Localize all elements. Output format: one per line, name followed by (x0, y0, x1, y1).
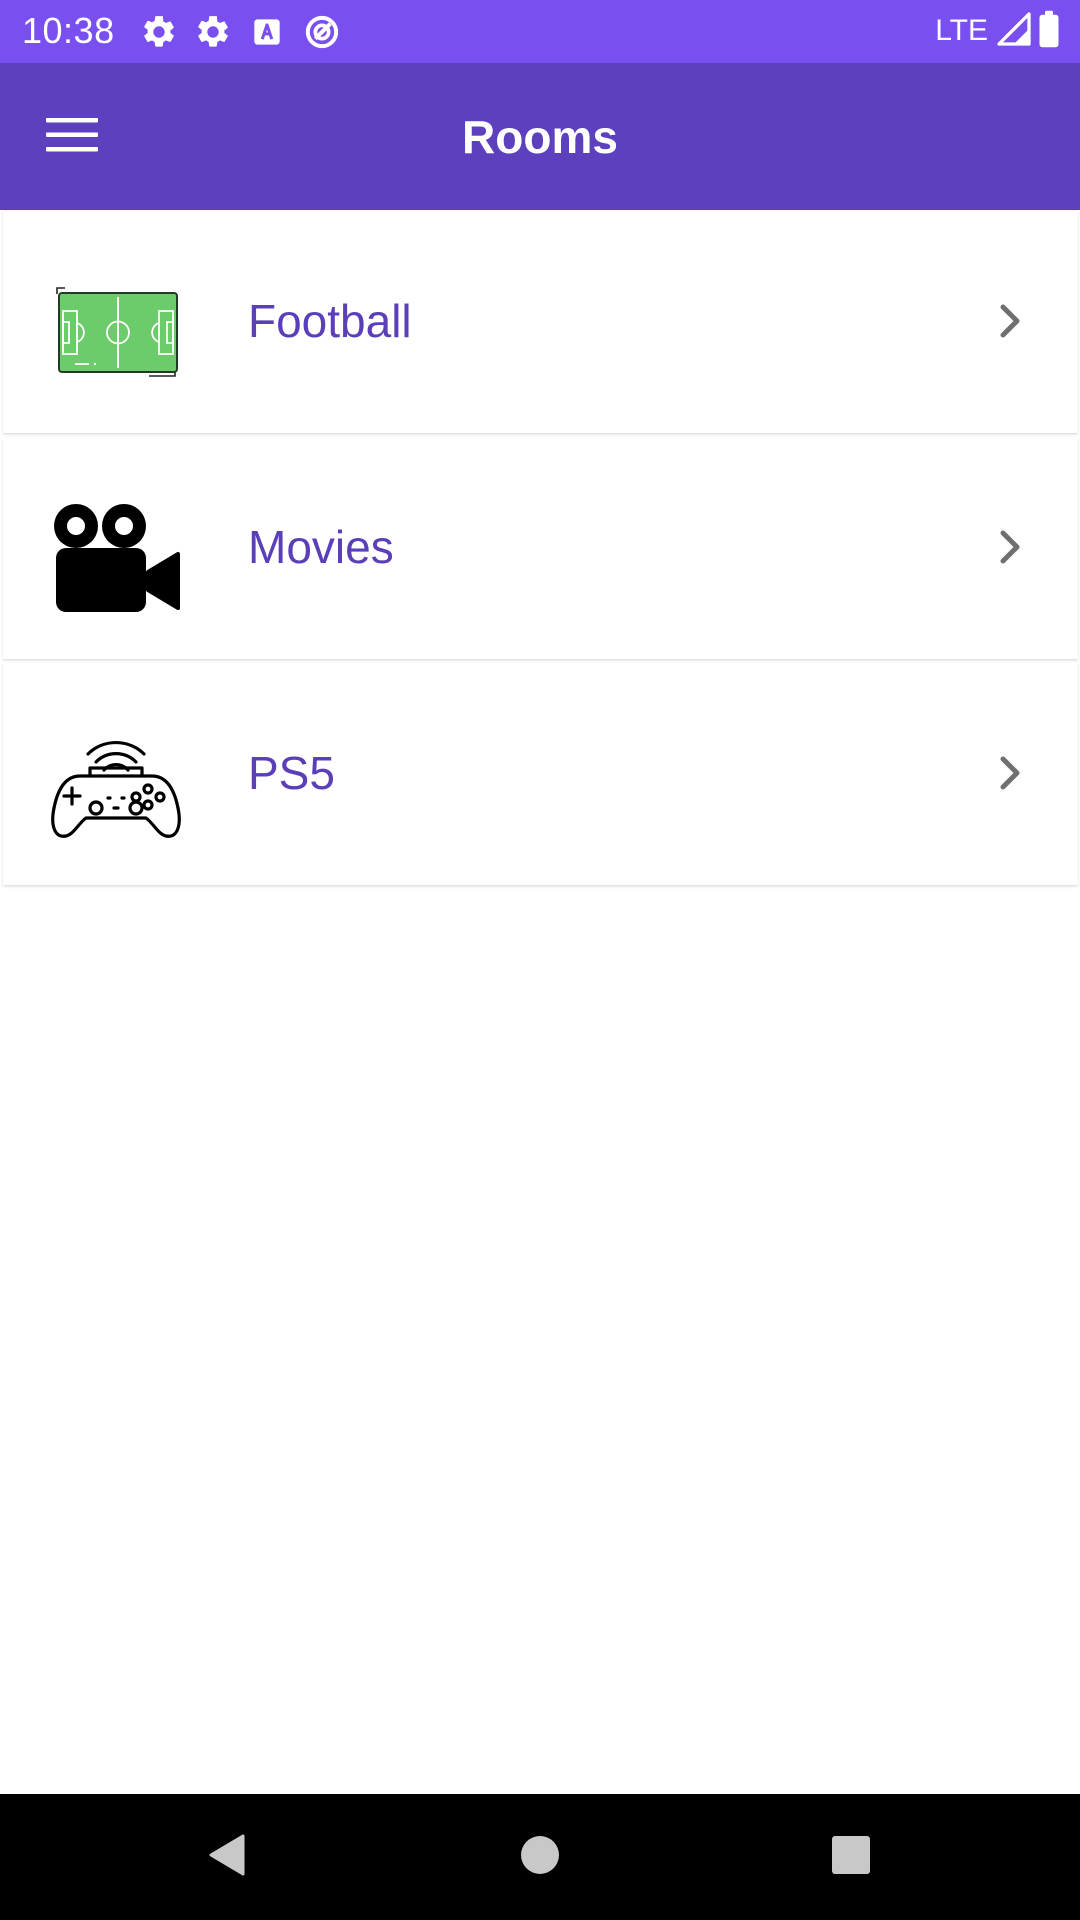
data-saver-icon (302, 12, 342, 52)
back-button[interactable] (192, 1824, 262, 1890)
back-triangle-icon (203, 1830, 251, 1885)
status-notification-icons (140, 12, 342, 52)
recents-button[interactable] (816, 1824, 886, 1890)
recents-square-icon (829, 1833, 873, 1882)
battery-icon (1036, 10, 1062, 53)
app-bar: Rooms (0, 63, 1080, 210)
page-title: Rooms (462, 111, 618, 163)
chevron-right-icon (990, 525, 1030, 569)
football-field-icon (48, 277, 183, 387)
text-recognition-icon (248, 13, 286, 51)
room-label: Movies (248, 521, 394, 573)
signal-icon (996, 11, 1032, 52)
room-list: Football Movies PS5 (0, 210, 1080, 889)
room-label: Football (248, 295, 412, 347)
chevron-right-icon (990, 299, 1030, 343)
chevron-right-icon (990, 751, 1030, 795)
room-item-movies[interactable]: Movies (3, 437, 1078, 659)
network-type-label: LTE (935, 14, 988, 47)
movie-camera-icon (48, 503, 183, 613)
settings-icon (194, 13, 232, 51)
navigation-bar (0, 1794, 1080, 1920)
settings-icon (140, 13, 178, 51)
status-bar: 10:38 LTE (0, 0, 1080, 63)
room-item-football[interactable]: Football (3, 210, 1078, 433)
room-item-ps5[interactable]: PS5 (3, 663, 1078, 885)
status-time: 10:38 (22, 10, 115, 51)
home-circle-icon (518, 1833, 562, 1882)
room-label: PS5 (248, 747, 335, 799)
home-button[interactable] (505, 1824, 575, 1890)
status-system-icons: LTE (935, 10, 1062, 52)
gamepad-icon (48, 729, 183, 839)
